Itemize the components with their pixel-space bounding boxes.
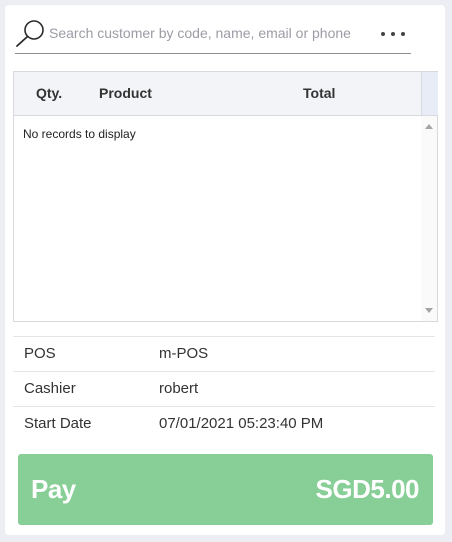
cart-grid-header: Qty. Product Total	[14, 72, 421, 116]
column-header-total[interactable]: Total	[303, 72, 335, 115]
info-row-pos: POS m-POS	[13, 336, 435, 371]
info-label-cashier: Cashier	[24, 380, 76, 397]
more-options-button[interactable]	[375, 21, 409, 47]
search-icon[interactable]	[15, 18, 47, 48]
cart-grid: Qty. Product Total No records to display	[13, 71, 438, 322]
order-panel: Qty. Product Total No records to display…	[5, 5, 445, 535]
info-value-start-date: 07/01/2021 05:23:40 PM	[159, 415, 324, 432]
grid-scrollbar[interactable]	[421, 116, 437, 321]
more-horizontal-icon	[380, 32, 406, 36]
customer-search-input[interactable]	[49, 21, 369, 45]
column-header-product[interactable]: Product	[99, 72, 152, 115]
header-scroll-spacer	[421, 72, 438, 116]
scroll-up-arrow-icon[interactable]	[425, 124, 433, 129]
customer-search-bar	[15, 15, 411, 54]
info-label-pos: POS	[24, 345, 56, 362]
empty-grid-message: No records to display	[23, 127, 136, 141]
info-row-start-date: Start Date 07/01/2021 05:23:40 PM	[13, 406, 435, 441]
pay-amount: SGD5.00	[315, 474, 420, 504]
cart-grid-body: No records to display	[14, 116, 421, 321]
scroll-down-arrow-icon[interactable]	[425, 308, 433, 313]
session-info: POS m-POS Cashier robert Start Date 07/0…	[13, 336, 435, 441]
pay-button-label: Pay	[31, 474, 76, 504]
pay-button[interactable]: Pay SGD5.00	[18, 454, 433, 525]
info-row-cashier: Cashier robert	[13, 371, 435, 406]
column-header-qty[interactable]: Qty.	[36, 72, 62, 115]
info-value-cashier: robert	[159, 380, 199, 397]
info-value-pos: m-POS	[159, 345, 209, 362]
info-label-start-date: Start Date	[24, 415, 92, 432]
